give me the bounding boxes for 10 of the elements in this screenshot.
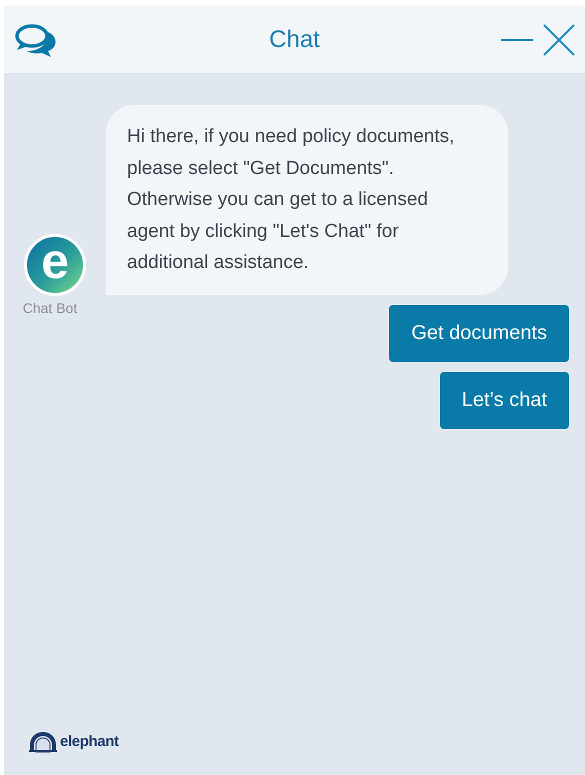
- quick-reply-button[interactable]: Get documents: [389, 304, 569, 362]
- window-title: Chat: [269, 24, 320, 54]
- elephant-logo-icon: [28, 730, 58, 753]
- close-icon[interactable]: [543, 24, 575, 56]
- message-bubble: Hi there, if you need policy documents, please select "Get Documents". Otherwise you can get to a licensed agent by clicking "Let's Chat" for additional assistance.: [106, 105, 508, 294]
- sender-name: Chat Bot: [22, 298, 78, 318]
- brand-name: elephant: [60, 732, 119, 752]
- quick-reply-button[interactable]: Let’s chat: [440, 372, 569, 428]
- avatar: e: [24, 234, 86, 296]
- minimize-icon[interactable]: [501, 38, 533, 42]
